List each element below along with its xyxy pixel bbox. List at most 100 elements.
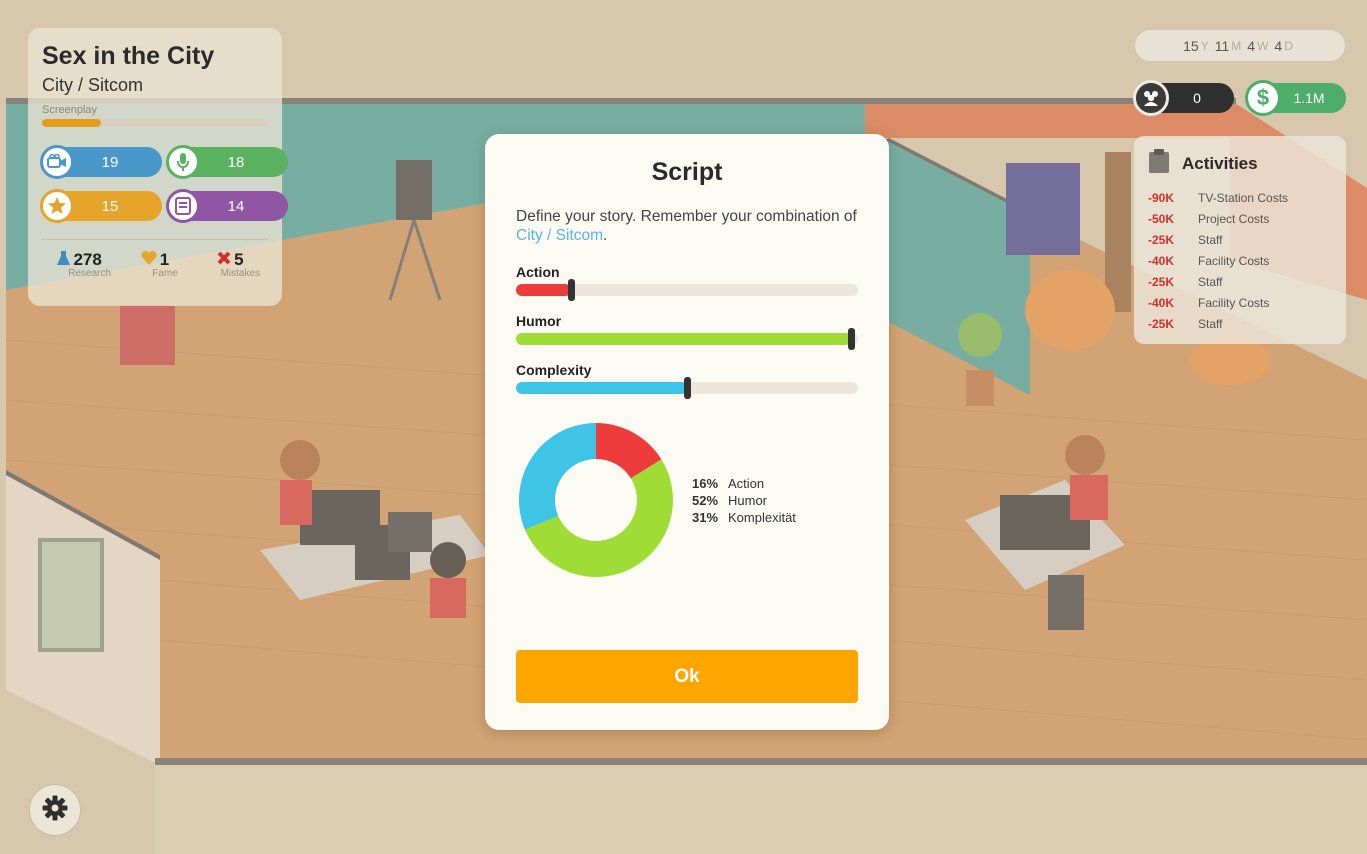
action-slider[interactable]: [516, 279, 858, 301]
stat-camera-value: 19: [101, 153, 119, 171]
mistakes-label: Mistakes: [220, 268, 261, 279]
action-slider-label: Action: [516, 264, 560, 280]
stat-camera: 19: [40, 145, 162, 179]
summary-mistakes: 5 Mistakes: [193, 250, 268, 279]
action-slider-fill: [516, 284, 571, 296]
clipboard-icon: [1148, 148, 1170, 179]
project-stats: 19 18 15 14: [40, 145, 288, 223]
summary-research: 278 Research: [42, 250, 117, 279]
legend-entry: 52% Humor: [692, 492, 796, 509]
date-display: 15 Y 11 M 4W 4D: [1134, 29, 1346, 62]
description-genre: City / Sitcom: [516, 227, 603, 244]
chart-legend: 16% Action 52% Humor 31% Komplexität: [692, 475, 796, 526]
date-years: 15: [1183, 37, 1199, 54]
date-weeks: 4: [1247, 37, 1256, 54]
activity-row: -25K Staff: [1148, 271, 1332, 292]
story-donut-chart: [519, 423, 673, 577]
date-days: 4: [1274, 37, 1283, 54]
legend-entry: 31% Komplexität: [692, 509, 796, 526]
date-weeks-unit: W: [1257, 38, 1269, 53]
activity-amount: -40K: [1148, 295, 1175, 310]
project-title: Sex in the City: [42, 42, 215, 70]
ok-button[interactable]: Ok: [516, 650, 858, 703]
fame-value: 1: [159, 250, 170, 269]
stat-microphone-value: 18: [227, 153, 245, 171]
complexity-slider-block: Complexity: [516, 362, 858, 399]
activity-label: Staff: [1198, 274, 1223, 289]
legend-percent: 16%: [692, 475, 719, 491]
activity-label: Project Costs: [1198, 211, 1270, 226]
complexity-slider-thumb[interactable]: [684, 377, 691, 399]
stat-microphone: 18: [166, 145, 288, 179]
project-summary: 278 Research 1 Fame 5 Mistakes: [42, 250, 268, 279]
legend-label: Humor: [728, 492, 768, 508]
camera-icon: [40, 145, 74, 179]
legend-percent: 31%: [692, 509, 719, 525]
humor-slider-block: Humor: [516, 313, 858, 350]
humor-slider-label: Humor: [516, 313, 562, 329]
activity-label: Facility Costs: [1198, 295, 1270, 310]
activity-label: Staff: [1198, 232, 1223, 247]
heart-icon: [141, 250, 157, 270]
dollar-icon: $: [1245, 80, 1281, 116]
project-genre: City / Sitcom: [42, 75, 144, 95]
stat-script-value: 14: [227, 197, 245, 215]
activities-title: Activities: [1182, 153, 1258, 173]
date-months: 11: [1214, 37, 1230, 54]
stat-script: 14: [166, 189, 288, 223]
story-mix-chart: 16% Action 52% Humor 31% Komplexität: [516, 420, 858, 580]
activity-row: -40K Facility Costs: [1148, 292, 1332, 313]
activity-row: -40K Facility Costs: [1148, 250, 1332, 271]
donut-slice-komplexität: [519, 423, 596, 530]
settings-button[interactable]: [29, 784, 81, 836]
flask-icon: [57, 250, 71, 270]
fans-icon: [1133, 80, 1169, 116]
activity-amount: -50K: [1148, 211, 1175, 226]
humor-slider-fill: [516, 333, 852, 345]
microphone-icon: [166, 145, 200, 179]
activities-panel[interactable]: Activities -90K TV-Station Costs -50K Proje…: [1134, 136, 1346, 344]
fans-display[interactable]: 0: [1133, 80, 1234, 116]
script-dialog: Script Define your story. Remember your …: [485, 134, 889, 730]
fans-value: 0: [1193, 90, 1201, 106]
activity-amount: -40K: [1148, 253, 1175, 268]
activity-label: TV-Station Costs: [1198, 190, 1289, 205]
script-icon: [166, 189, 200, 223]
mistakes-value: 5: [234, 250, 244, 269]
activity-amount: -90K: [1148, 190, 1175, 205]
activity-amount: -25K: [1148, 232, 1175, 247]
stat-star-value: 15: [101, 197, 119, 215]
date-months-unit: M: [1231, 38, 1242, 53]
project-divider: [42, 239, 268, 240]
date-years-unit: Y: [1200, 38, 1209, 53]
project-panel[interactable]: Sex in the City City / Sitcom Screenplay…: [28, 28, 288, 306]
activity-row: -90K TV-Station Costs: [1148, 187, 1332, 208]
description-text: Define your story. Remember your combina…: [516, 208, 857, 225]
activity-row: -25K Staff: [1148, 229, 1332, 250]
legend-percent: 52%: [692, 492, 719, 508]
action-slider-thumb[interactable]: [567, 279, 575, 301]
humor-slider[interactable]: [516, 328, 858, 350]
money-value: 1.1M: [1293, 90, 1325, 106]
legend-label: Komplexität: [728, 509, 796, 525]
research-value: 278: [73, 250, 102, 269]
star-icon: [40, 189, 74, 223]
date-days-unit: D: [1284, 38, 1293, 53]
dialog-description: Define your story. Remember your combina…: [516, 207, 858, 245]
activity-amount: -25K: [1148, 274, 1175, 289]
x-icon: [217, 250, 231, 270]
humor-slider-thumb[interactable]: [848, 328, 856, 350]
activity-label: Staff: [1198, 316, 1223, 331]
activities-list: -90K TV-Station Costs -50K Project Costs -25…: [1148, 187, 1332, 334]
complexity-slider-label: Complexity: [516, 362, 592, 378]
activity-label: Facility Costs: [1198, 253, 1270, 268]
activity-row: -25K Staff: [1148, 313, 1332, 334]
activity-amount: -25K: [1148, 316, 1175, 331]
complexity-slider-fill: [516, 382, 687, 394]
activity-row: -50K Project Costs: [1148, 208, 1332, 229]
legend-entry: 16% Action: [692, 475, 796, 492]
action-slider-block: Action: [516, 264, 858, 301]
money-display[interactable]: $ 1.1M: [1245, 80, 1346, 116]
complexity-slider[interactable]: [516, 377, 858, 399]
summary-fame: 1 Fame: [117, 250, 192, 279]
